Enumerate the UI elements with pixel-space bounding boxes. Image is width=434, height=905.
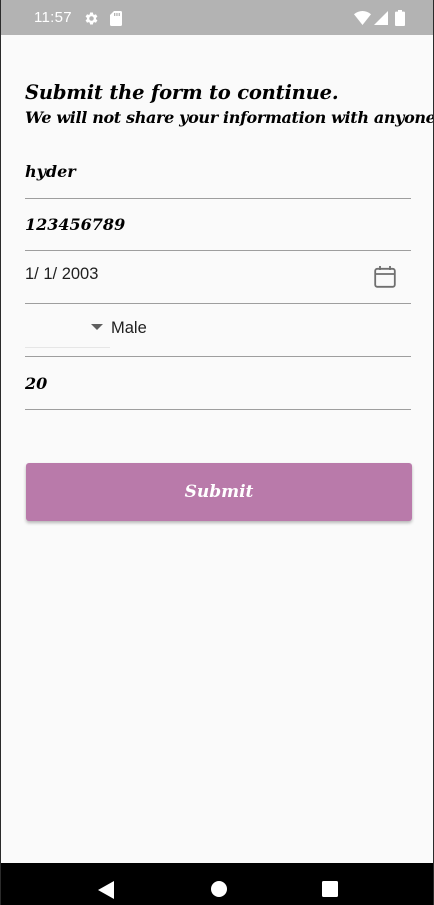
wifi-icon <box>354 11 371 25</box>
home-icon[interactable] <box>211 881 227 897</box>
gender-dropdown[interactable] <box>25 304 110 348</box>
back-icon[interactable] <box>98 881 114 899</box>
status-time: 11:57 <box>34 9 72 26</box>
sd-card-icon <box>110 11 122 26</box>
gear-icon <box>85 12 98 25</box>
dropdown-arrow-icon <box>91 324 103 330</box>
age-value: 20 <box>25 374 48 393</box>
submit-button[interactable]: Submit <box>26 463 412 521</box>
date-field[interactable]: 1/ 1/ 2003 <box>25 252 411 304</box>
phone-field[interactable]: 123456789 <box>25 199 411 251</box>
age-field[interactable]: 20 <box>25 358 411 410</box>
name-field[interactable]: hyder <box>25 146 411 199</box>
signal-icon <box>374 11 388 25</box>
calendar-icon[interactable] <box>373 265 397 289</box>
status-bar: 11:57 <box>1 0 433 35</box>
gender-field: Male <box>25 304 411 357</box>
phone-value: 123456789 <box>25 215 126 234</box>
form-heading: Submit the form to continue. <box>25 81 339 104</box>
app-screen: 11:57 Submit the form to continue. We wi… <box>1 0 433 905</box>
battery-icon <box>395 10 405 26</box>
recents-icon[interactable] <box>322 881 338 897</box>
date-value: 1/ 1/ 2003 <box>25 265 99 283</box>
gender-value: Male <box>111 319 147 337</box>
form-subheading: We will not share your information with … <box>25 108 433 127</box>
name-value: hyder <box>25 162 76 181</box>
